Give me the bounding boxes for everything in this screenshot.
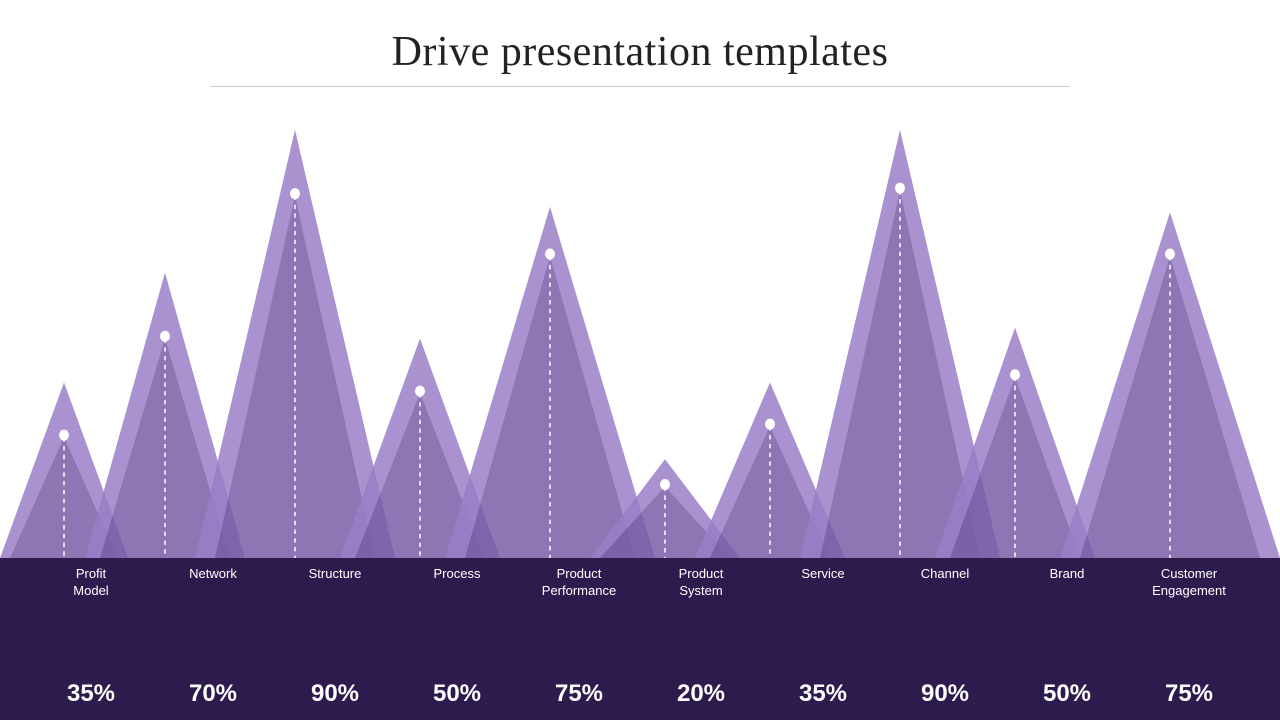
- pct-process: 50%: [400, 680, 515, 708]
- title-divider: [210, 86, 1070, 87]
- mountains-container: [0, 97, 1280, 558]
- category-profit-model: ProfitModel: [34, 566, 149, 600]
- pct-customer-engagement: 75%: [1132, 680, 1247, 708]
- category-process: Process: [400, 566, 515, 600]
- pct-structure: 90%: [278, 680, 393, 708]
- category-label: Network: [189, 566, 237, 600]
- title-section: Drive presentation templates: [0, 0, 1280, 97]
- category-label: Channel: [921, 566, 969, 600]
- category-product-performance: ProductPerformance: [522, 566, 637, 600]
- category-label: Structure: [309, 566, 362, 600]
- pct-product-performance: 75%: [522, 680, 637, 708]
- category-channel: Channel: [888, 566, 1003, 600]
- pct-channel: 90%: [888, 680, 1003, 708]
- category-label: Service: [801, 566, 844, 600]
- chart-area: ProfitModel Network Structure Process Pr…: [0, 97, 1280, 720]
- labels-bar: ProfitModel Network Structure Process Pr…: [0, 558, 1280, 668]
- category-product-system: ProductSystem: [644, 566, 759, 600]
- page: Drive presentation templates: [0, 0, 1280, 720]
- percentages-bar: 35% 70% 90% 50% 75% 20% 35% 90% 50% 75%: [0, 668, 1280, 720]
- pct-profit-model: 35%: [34, 680, 149, 708]
- bottom-section: ProfitModel Network Structure Process Pr…: [0, 558, 1280, 720]
- category-label: ProductSystem: [679, 566, 724, 600]
- category-label: Process: [434, 566, 481, 600]
- category-brand: Brand: [1010, 566, 1125, 600]
- pct-product-system: 20%: [644, 680, 759, 708]
- category-service: Service: [766, 566, 881, 600]
- category-structure: Structure: [278, 566, 393, 600]
- pct-brand: 50%: [1010, 680, 1125, 708]
- category-label: ProfitModel: [73, 566, 108, 600]
- mountains-svg: [0, 97, 1280, 558]
- pct-network: 70%: [156, 680, 271, 708]
- category-label: Brand: [1050, 566, 1085, 600]
- page-title: Drive presentation templates: [0, 28, 1280, 76]
- pct-service: 35%: [766, 680, 881, 708]
- category-customer-engagement: CustomerEngagement: [1132, 566, 1247, 600]
- category-label: CustomerEngagement: [1152, 566, 1226, 600]
- category-network: Network: [156, 566, 271, 600]
- category-label: ProductPerformance: [542, 566, 616, 600]
